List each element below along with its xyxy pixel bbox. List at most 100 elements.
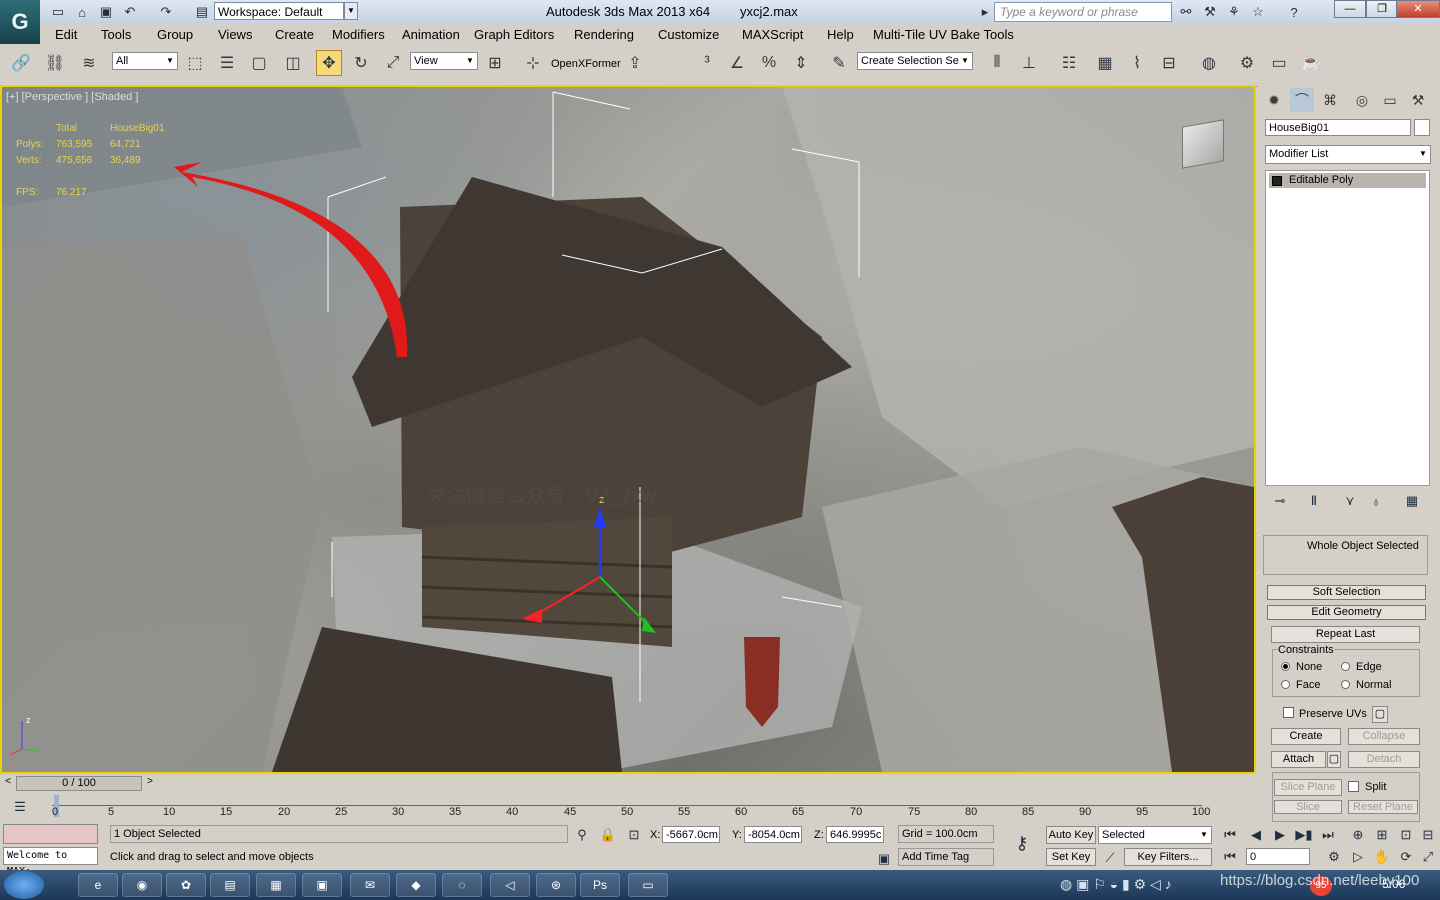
menu-tools[interactable]: Tools: [101, 27, 131, 42]
show-end-result-icon[interactable]: Ⅱ: [1304, 492, 1324, 510]
bind-space-warp-icon[interactable]: ≋: [76, 50, 102, 76]
track-bar[interactable]: 0 5 10 15 20 25 30 35 40 45 50 55 60 65 …: [52, 795, 1252, 821]
menu-rendering[interactable]: Rendering: [574, 27, 634, 42]
render-setup-icon[interactable]: ⚙: [1234, 50, 1260, 76]
edit-geometry-rollout[interactable]: Edit Geometry: [1267, 605, 1426, 620]
percent-snap-icon[interactable]: %: [756, 50, 782, 76]
key-curve-icon[interactable]: ⟋: [1100, 849, 1120, 867]
preserve-uvs-checkbox[interactable]: [1283, 707, 1294, 718]
time-configuration-icon[interactable]: ⚙: [1324, 848, 1344, 866]
minimize-button[interactable]: —: [1334, 0, 1366, 18]
selection-region-icon[interactable]: ▢: [246, 50, 272, 76]
menu-views[interactable]: Views: [218, 27, 252, 42]
maximize-button[interactable]: ❐: [1366, 0, 1398, 18]
menu-multitile-uv[interactable]: Multi-Tile UV Bake Tools: [873, 27, 1014, 42]
y-coordinate-field[interactable]: -8054.0cm: [744, 826, 802, 843]
angle-snap-icon[interactable]: ∠: [724, 50, 750, 76]
key-icon[interactable]: ⚷: [1008, 833, 1036, 853]
rendered-frame-icon[interactable]: ▭: [1266, 50, 1292, 76]
select-object-icon[interactable]: ⬚: [182, 50, 208, 76]
chrome-icon[interactable]: ◉: [122, 873, 162, 897]
zoom-extents-all-icon[interactable]: ⊟: [1418, 826, 1438, 844]
app-icon-2[interactable]: ▦: [256, 873, 296, 897]
edit-named-selection-icon[interactable]: ✎: [826, 50, 852, 76]
zoom-icon[interactable]: ⊕: [1348, 826, 1368, 844]
time-next-icon[interactable]: >: [144, 776, 156, 791]
previous-frame-icon[interactable]: ◀: [1246, 826, 1266, 844]
attach-list-button[interactable]: ▢: [1327, 751, 1341, 768]
play-icon[interactable]: ▶: [1270, 826, 1290, 844]
absolute-mode-icon[interactable]: ⊡: [624, 826, 644, 844]
chevron-down-icon[interactable]: ▼: [344, 2, 358, 20]
menu-edit[interactable]: Edit: [55, 27, 77, 42]
menu-customize[interactable]: Customize: [658, 27, 719, 42]
favorites-star-icon[interactable]: ☆: [1248, 3, 1268, 21]
track-bar-toggle-icon[interactable]: ☰: [10, 798, 30, 816]
slice-plane-button[interactable]: Slice Plane: [1274, 779, 1342, 796]
time-slider[interactable]: 0 / 100: [16, 776, 142, 791]
attach-button[interactable]: Attach: [1271, 751, 1326, 768]
display-tab-icon[interactable]: ▭: [1378, 88, 1402, 112]
app-icon-4[interactable]: ✉: [350, 873, 390, 897]
orbit-icon[interactable]: ⟳: [1396, 848, 1416, 866]
pan-icon[interactable]: ✋: [1372, 848, 1392, 866]
menu-graph-editors[interactable]: Graph Editors: [474, 27, 554, 42]
app-icon-1[interactable]: ✿: [166, 873, 206, 897]
utilities-tab-icon[interactable]: ⚒: [1406, 88, 1430, 112]
current-frame-field[interactable]: 0: [1246, 848, 1310, 865]
subscription-icon[interactable]: ⚒: [1200, 3, 1220, 21]
repeat-last-button[interactable]: Repeat Last: [1271, 626, 1420, 643]
viewport-label[interactable]: [+] [Perspective ] [Shaded ]: [6, 91, 138, 103]
create-tab-icon[interactable]: ✹: [1262, 88, 1286, 112]
expand-plus-icon[interactable]: [1272, 176, 1282, 186]
soft-selection-rollout[interactable]: Soft Selection: [1267, 585, 1426, 600]
app-icon-3[interactable]: ▣: [302, 873, 342, 897]
zoom-extents-icon[interactable]: ⊡: [1396, 826, 1416, 844]
add-time-tag-button[interactable]: Add Time Tag: [898, 848, 994, 866]
new-file-icon[interactable]: ▭: [48, 3, 68, 21]
project-folder-icon[interactable]: ▤: [192, 3, 212, 21]
time-tag-icon[interactable]: ▣: [874, 850, 894, 868]
menu-modifiers[interactable]: Modifiers: [332, 27, 385, 42]
photoshop-icon[interactable]: Ps: [580, 873, 620, 897]
menu-create[interactable]: Create: [275, 27, 314, 42]
keyword-search-input[interactable]: Type a keyword or phrase: [994, 2, 1172, 22]
isolate-selection-icon[interactable]: ⚲: [572, 826, 592, 844]
key-mode-select[interactable]: Selected ▼: [1098, 826, 1212, 844]
reset-plane-button[interactable]: Reset Plane: [1348, 800, 1418, 814]
key-filters-button[interactable]: Key Filters...: [1124, 848, 1212, 866]
align-icon[interactable]: ⊥: [1016, 50, 1042, 76]
go-to-end-icon[interactable]: ⏭: [1318, 826, 1338, 844]
modify-tab-icon[interactable]: ⌒: [1290, 88, 1314, 112]
preserve-uvs-settings-button[interactable]: ▢: [1372, 706, 1388, 723]
open-file-icon[interactable]: ⌂: [72, 3, 92, 21]
select-and-scale-icon[interactable]: ⤢: [380, 50, 406, 76]
create-button[interactable]: Create: [1271, 728, 1341, 745]
constraint-normal-radio[interactable]: [1341, 680, 1350, 689]
select-by-name-icon[interactable]: ☰: [214, 50, 240, 76]
menu-help[interactable]: Help: [827, 27, 854, 42]
play-arrow-icon[interactable]: ▸: [978, 3, 992, 21]
field-of-view-icon[interactable]: ▷: [1348, 848, 1368, 866]
configure-modifier-sets-icon[interactable]: ▦: [1402, 492, 1422, 510]
go-to-start-icon[interactable]: ⏮: [1220, 826, 1240, 844]
spinner-snap-icon[interactable]: ⇕: [788, 50, 814, 76]
perspective-viewport[interactable]: z z [+] [Perspective ] [Shaded ] Total H…: [0, 85, 1256, 774]
openxformer-label[interactable]: OpenXFormer: [551, 58, 621, 70]
tray-icons[interactable]: ◍ ▣ ⚐ ◒ ▮ ⚙ ◁ ♪: [1060, 876, 1220, 894]
unity-icon[interactable]: ◁: [490, 873, 530, 897]
binoculars-icon[interactable]: ⚯: [1176, 3, 1196, 21]
app-icon-5[interactable]: ◆: [396, 873, 436, 897]
maximize-viewport-icon[interactable]: ⤢: [1418, 848, 1438, 866]
time-prev-icon[interactable]: <: [2, 776, 14, 791]
openxformer-icon[interactable]: ⊹: [520, 50, 546, 76]
menu-group[interactable]: Group: [157, 27, 193, 42]
z-coordinate-field[interactable]: 646.9995c: [826, 826, 884, 843]
split-checkbox[interactable]: [1348, 781, 1359, 792]
unlink-icon[interactable]: ⛓: [42, 50, 68, 76]
modifier-list-select[interactable]: Modifier List ▼: [1265, 145, 1431, 164]
object-name-field[interactable]: HouseBig01: [1265, 119, 1411, 136]
make-unique-icon[interactable]: ⋎: [1340, 492, 1360, 510]
layer-manager-icon[interactable]: ☷: [1056, 50, 1082, 76]
select-and-rotate-icon[interactable]: ↻: [348, 50, 374, 76]
